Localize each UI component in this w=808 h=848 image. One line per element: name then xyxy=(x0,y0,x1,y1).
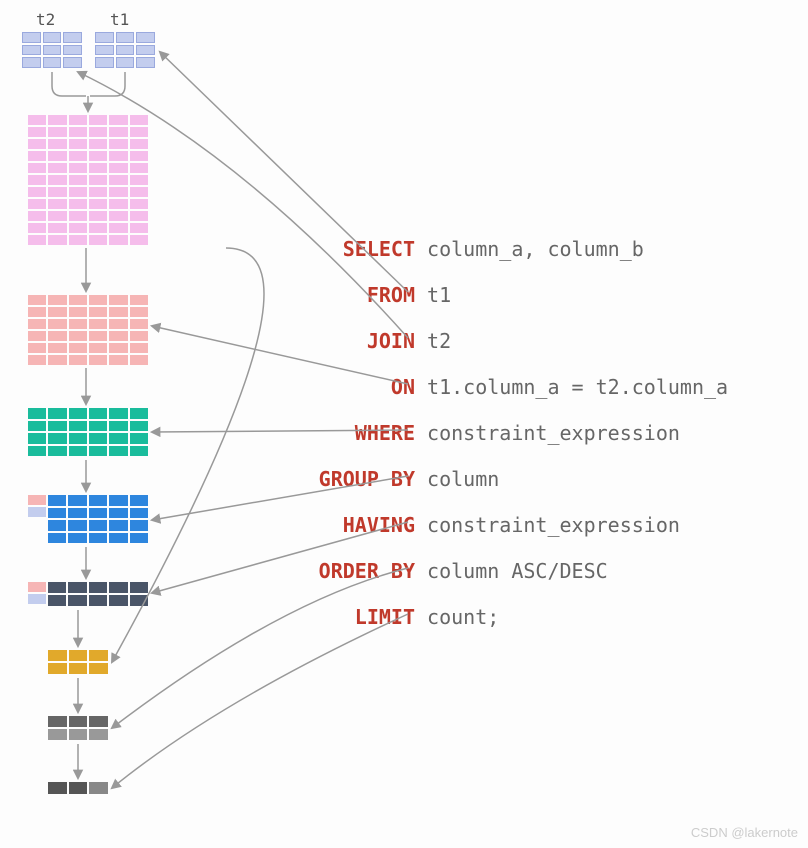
watermark: CSDN @lakernote xyxy=(691,825,798,840)
grid-side-cell xyxy=(28,507,46,517)
sql-keyword: LIMIT xyxy=(352,605,415,629)
sql-arg: count; xyxy=(427,605,499,629)
sql-keyword: ORDER BY xyxy=(315,559,415,583)
sql-limit: LIMIT count; xyxy=(352,605,499,629)
sql-keyword: WHERE xyxy=(353,421,415,445)
grid-t1 xyxy=(95,32,155,68)
grid-groupby-result xyxy=(48,495,148,543)
sql-arg: column ASC/DESC xyxy=(427,559,608,583)
sql-arg: column_a, column_b xyxy=(427,237,644,261)
grid-where-result xyxy=(28,408,148,456)
sql-keyword: JOIN xyxy=(365,329,415,353)
sql-arg: constraint_expression xyxy=(427,421,680,445)
sql-keyword: FROM xyxy=(365,283,415,307)
grid-side-cell xyxy=(28,582,46,592)
t2-label: t2 xyxy=(36,10,55,29)
grid-having-result xyxy=(48,582,148,606)
sql-on: ON t1.column_a = t2.column_a xyxy=(390,375,728,399)
sql-arg: t1.column_a = t2.column_a xyxy=(427,375,728,399)
sql-keyword: GROUP BY xyxy=(315,467,415,491)
sql-from: FROM t1 xyxy=(365,283,451,307)
grid-on-result xyxy=(28,295,148,365)
grid-orderby-result xyxy=(48,716,108,740)
grid-cartesian-product xyxy=(28,115,148,245)
grid-side-cell xyxy=(28,594,46,604)
grid-select-result xyxy=(48,650,108,674)
grid-limit-result xyxy=(48,782,108,794)
sql-arg: column xyxy=(427,467,499,491)
sql-arg: constraint_expression xyxy=(427,513,680,537)
grid-t2 xyxy=(22,32,82,68)
sql-group-by: GROUP BY column xyxy=(315,467,499,491)
sql-keyword: SELECT xyxy=(339,237,415,261)
sql-where: WHERE constraint_expression xyxy=(353,421,680,445)
sql-having: HAVING constraint_expression xyxy=(340,513,680,537)
grid-side-cell xyxy=(28,495,46,505)
sql-arg: t2 xyxy=(427,329,451,353)
sql-join: JOIN t2 xyxy=(365,329,451,353)
t1-label: t1 xyxy=(110,10,129,29)
sql-select: SELECT column_a, column_b xyxy=(339,237,644,261)
sql-keyword: HAVING xyxy=(340,513,415,537)
sql-order-by: ORDER BY column ASC/DESC xyxy=(315,559,608,583)
sql-keyword: ON xyxy=(390,375,415,399)
sql-arg: t1 xyxy=(427,283,451,307)
